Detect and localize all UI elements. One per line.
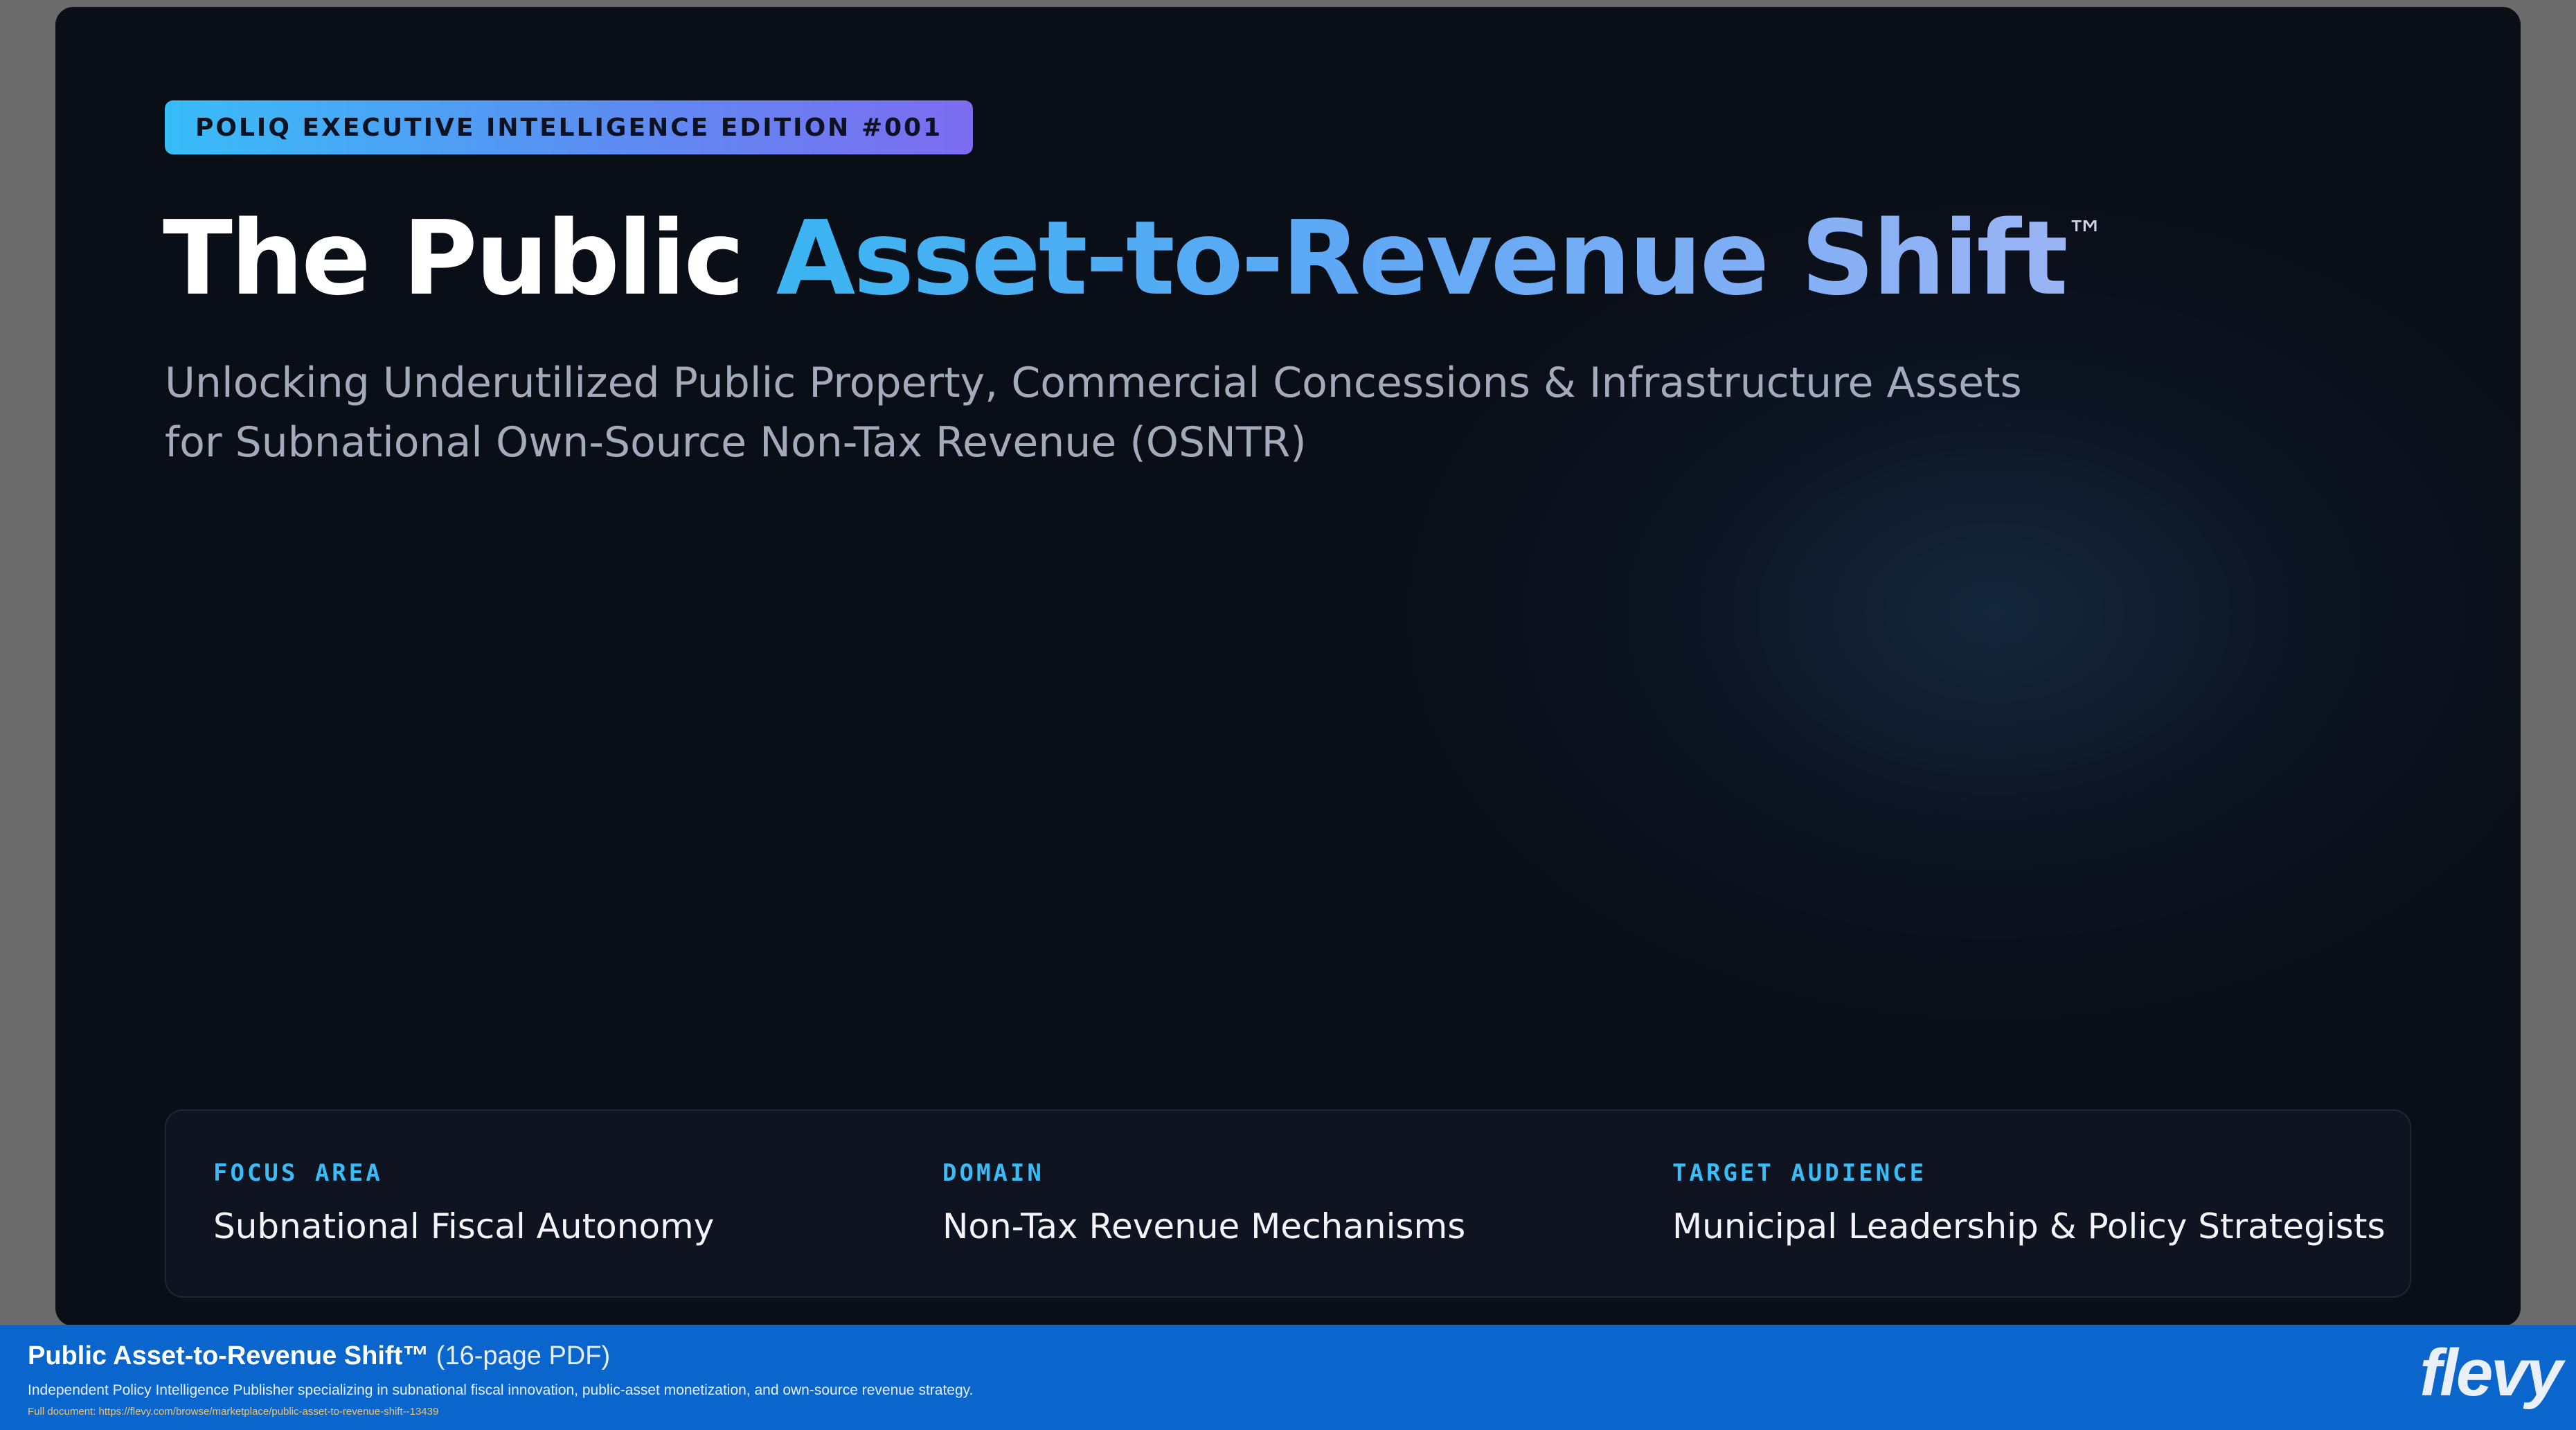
footer-document-link[interactable]: Full document: https://flevy.com/browse/… bbox=[28, 1406, 438, 1418]
info-focus-area: FOCUS AREA Subnational Fiscal Autonomy bbox=[213, 1159, 714, 1246]
info-target-audience: TARGET AUDIENCE Municipal Leadership & P… bbox=[1672, 1159, 2386, 1246]
slide: POLIQ EXECUTIVE INTELLIGENCE EDITION #00… bbox=[55, 7, 2521, 1326]
info-label: DOMAIN bbox=[942, 1159, 1044, 1187]
page-title: The Public Asset-to-Revenue Shift™ bbox=[163, 197, 2105, 321]
info-value: Municipal Leadership & Policy Strategist… bbox=[1672, 1206, 2386, 1246]
footer-doc-pages: (16-page PDF) bbox=[436, 1341, 611, 1370]
footer-title: Public Asset-to-Revenue Shift™ (16-page … bbox=[28, 1341, 610, 1371]
title-accent: Asset-to-Revenue Shift bbox=[776, 199, 2068, 318]
info-panel: FOCUS AREA Subnational Fiscal Autonomy D… bbox=[165, 1109, 2411, 1298]
info-value: Subnational Fiscal Autonomy bbox=[213, 1206, 715, 1246]
trademark-mark: ™ bbox=[2066, 213, 2105, 258]
footer-doc-title: Public Asset-to-Revenue Shift™ bbox=[28, 1341, 429, 1370]
footer-description: Independent Policy Intelligence Publishe… bbox=[28, 1382, 974, 1398]
edition-badge: POLIQ EXECUTIVE INTELLIGENCE EDITION #00… bbox=[165, 100, 974, 154]
info-label: TARGET AUDIENCE bbox=[1672, 1159, 1927, 1187]
page-subtitle: Unlocking Underutilized Public Property,… bbox=[165, 359, 2022, 467]
info-label: FOCUS AREA bbox=[213, 1159, 383, 1187]
info-domain: DOMAIN Non-Tax Revenue Mechanisms bbox=[942, 1159, 1465, 1246]
info-value: Non-Tax Revenue Mechanisms bbox=[942, 1206, 1466, 1246]
footer-bar: Public Asset-to-Revenue Shift™ (16-page … bbox=[0, 1325, 2576, 1430]
flevy-logo[interactable]: flevy bbox=[2420, 1340, 2563, 1406]
title-plain: The Public bbox=[163, 199, 776, 318]
